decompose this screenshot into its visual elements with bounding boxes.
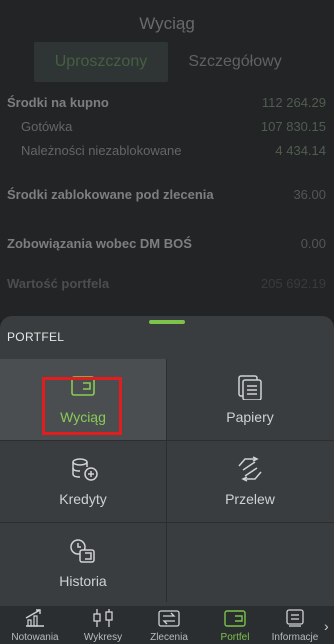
tab-label: Wykresy — [83, 632, 123, 643]
selection-highlight — [42, 377, 122, 435]
tab-charts[interactable]: Wykresy — [72, 606, 134, 644]
coins-plus-icon — [72, 458, 98, 481]
backdrop-overlay[interactable] — [0, 0, 334, 320]
chart-up-icon — [25, 609, 44, 627]
tab-information[interactable]: Informacje — [264, 606, 326, 644]
drag-handle[interactable] — [149, 320, 185, 324]
menu-item-history[interactable]: Historia — [0, 523, 166, 604]
tab-label: Portfel — [220, 632, 250, 643]
portfolio-menu-grid: Wyciąg Papiery Kredyty Przelew Historia — [0, 359, 334, 602]
history-icon — [70, 539, 95, 563]
tab-orders[interactable]: Zlecenia — [138, 606, 200, 644]
grid-divider — [0, 522, 334, 523]
menu-item-label: Przelew — [225, 491, 275, 507]
grid-divider — [166, 359, 167, 602]
menu-item-transfer[interactable]: Przelew — [167, 441, 333, 522]
bottom-tab-bar: Notowania Wykresy Zlecenia Portfel Infor… — [0, 606, 334, 644]
menu-item-securities[interactable]: Papiery — [167, 359, 333, 440]
tab-label: Notowania — [11, 632, 59, 643]
portfolio-bottom-sheet: PORTFEL Wyciąg Papiery Kredyty Przelew H… — [0, 316, 334, 606]
transfer-icon — [238, 456, 262, 482]
sheet-title: PORTFEL — [7, 330, 65, 344]
documents-icon — [238, 375, 262, 400]
tab-label: Informacje — [271, 632, 319, 643]
tab-portfolio[interactable]: Portfel — [204, 606, 266, 644]
menu-item-credits[interactable]: Kredyty — [0, 441, 166, 522]
empty-grid-cell — [167, 523, 333, 604]
menu-item-label: Papiery — [226, 409, 274, 425]
tab-quotes[interactable]: Notowania — [4, 606, 66, 644]
grid-divider — [0, 440, 334, 441]
menu-item-label: Kredyty — [59, 491, 107, 507]
tab-label: Zlecenia — [150, 632, 188, 643]
menu-item-label: Historia — [59, 573, 107, 589]
orders-icon — [158, 610, 180, 627]
menu-item-statement[interactable]: Wyciąg — [0, 359, 166, 440]
more-tabs-chevron[interactable]: › — [324, 618, 334, 636]
news-icon — [286, 609, 304, 627]
wallet-icon — [224, 610, 246, 627]
candlestick-icon — [93, 609, 113, 627]
